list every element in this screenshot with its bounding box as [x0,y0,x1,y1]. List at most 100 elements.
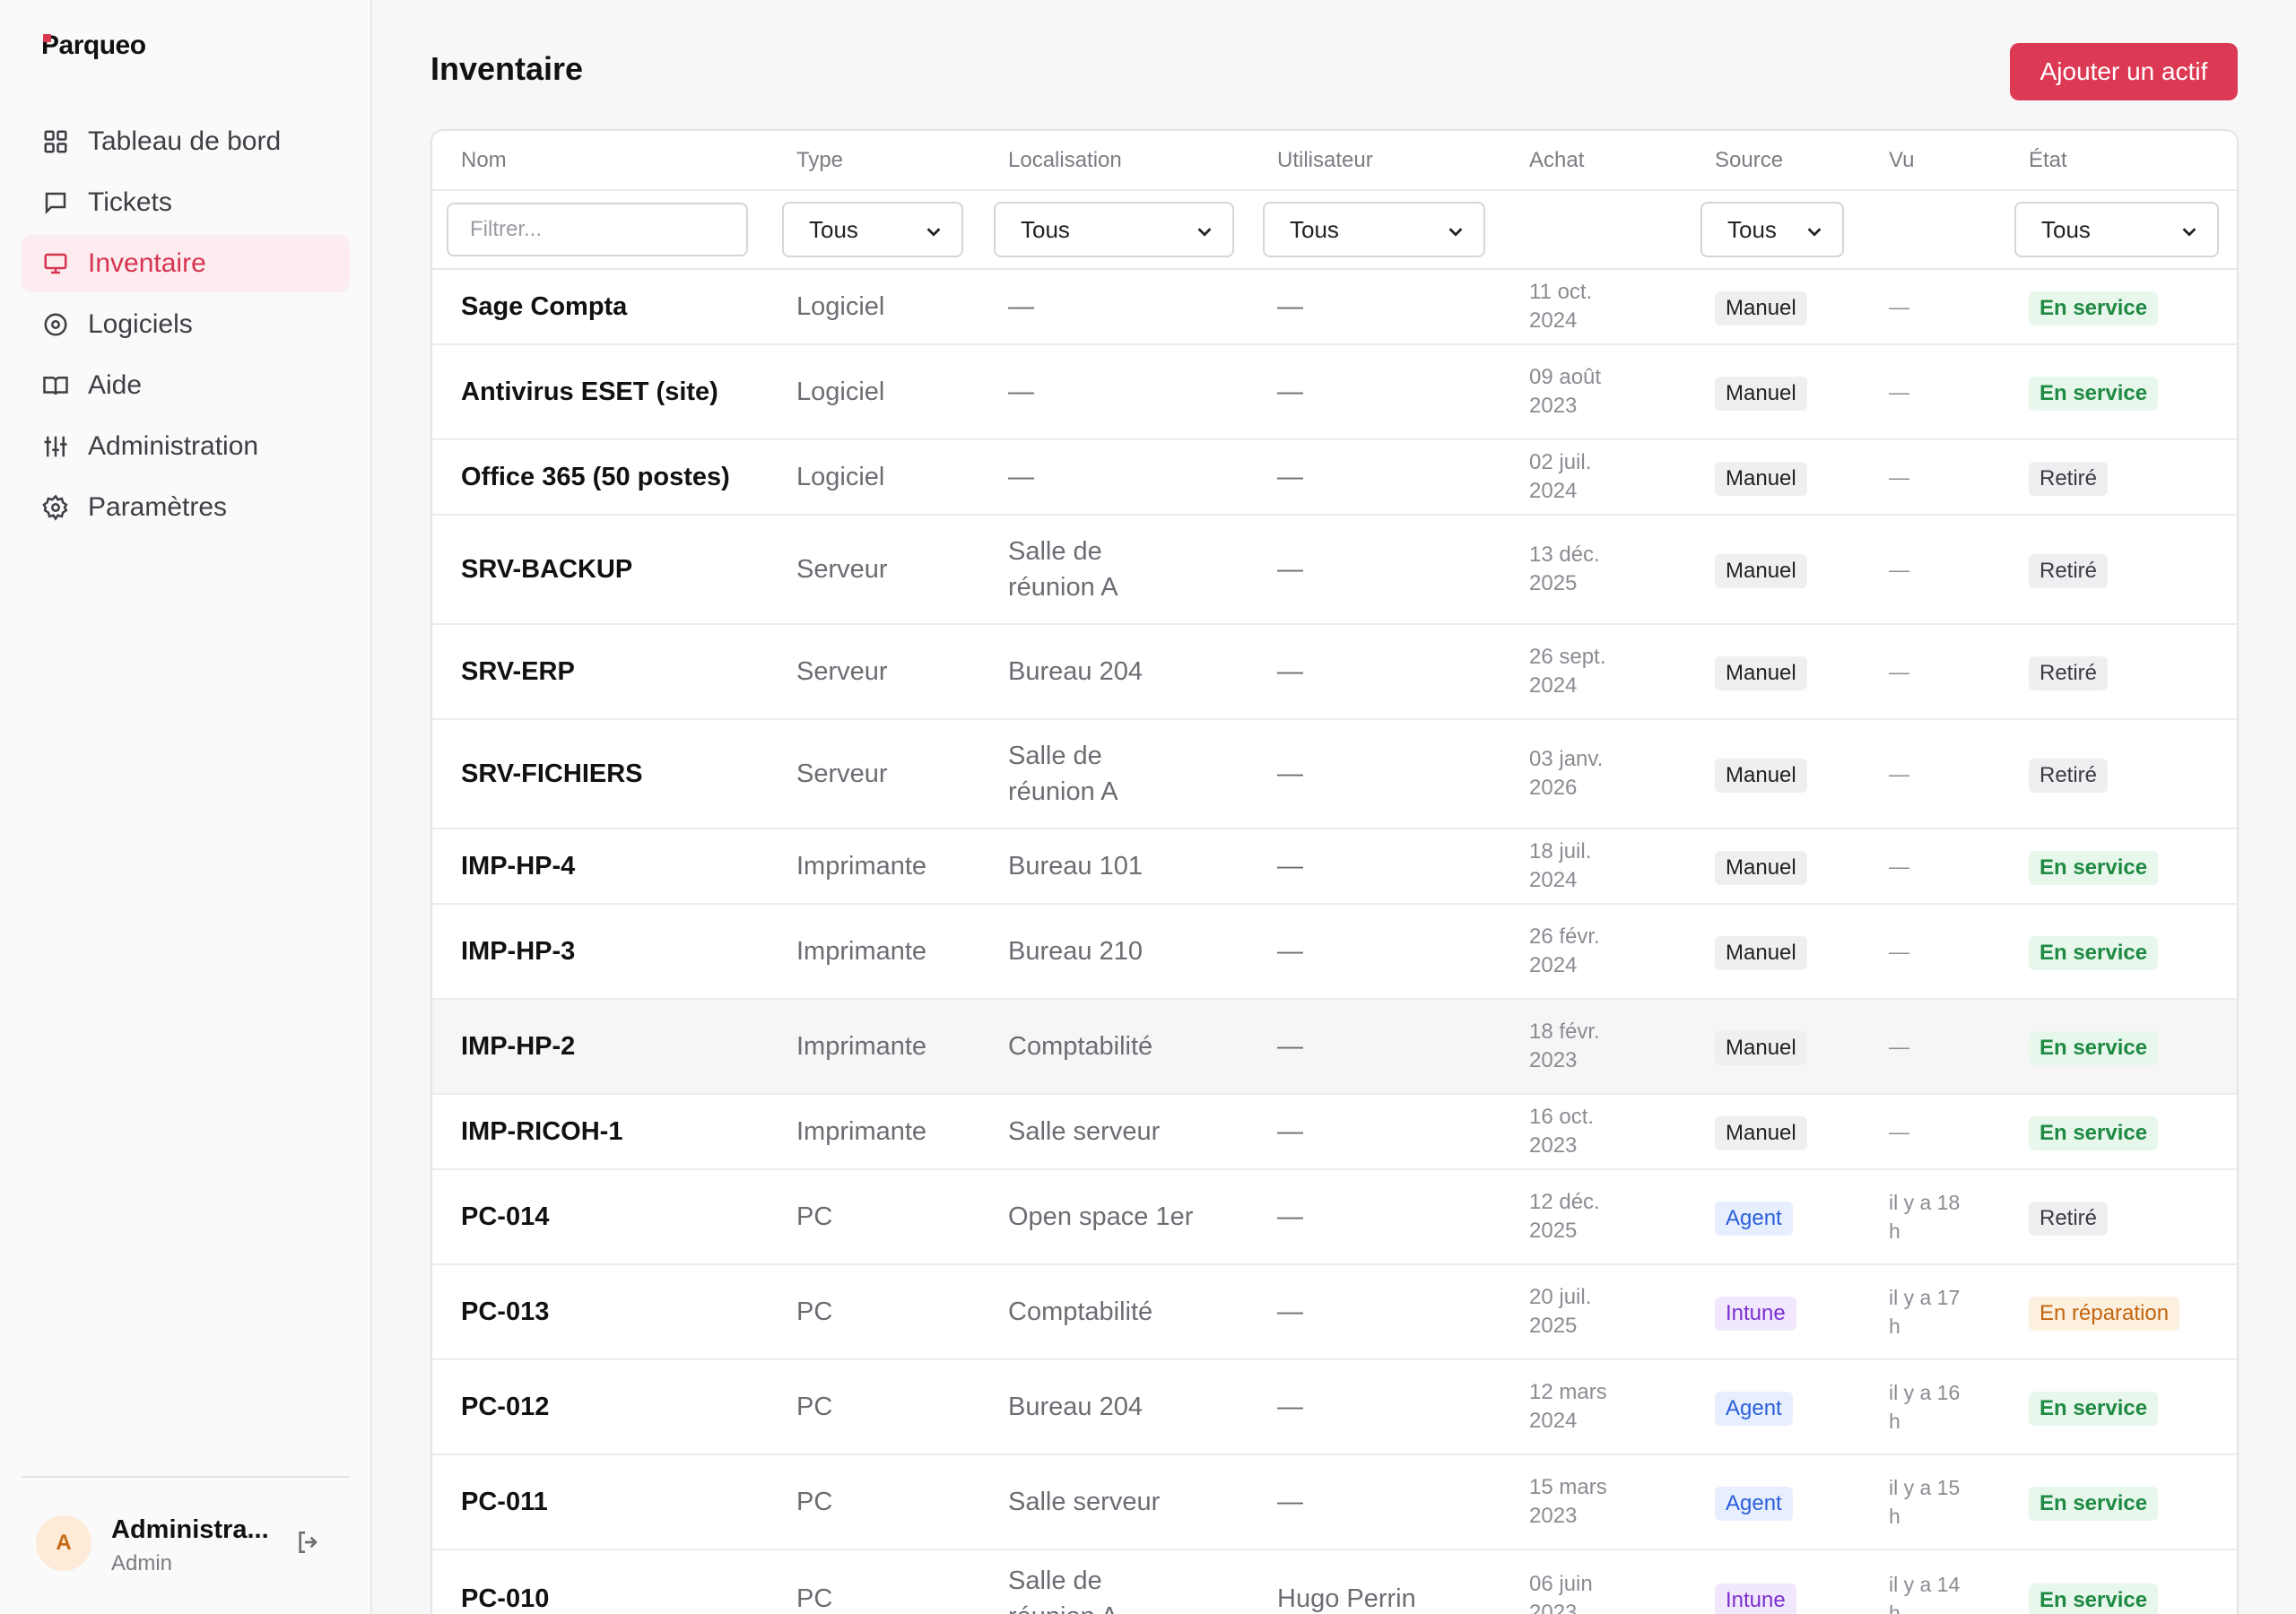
table-row[interactable]: IMP-HP-4 Imprimante Bureau 101—18 juil. 20… [432,829,2237,905]
table-row[interactable]: Antivirus ESET (site) Logiciel — —09 août 2… [432,344,2237,440]
status-badge: En service [2029,1391,2159,1426]
user-name: Administra... [111,1515,269,1544]
user-role: Admin [111,1551,173,1575]
status-badge: En réparation [2029,1296,2180,1331]
localisation-filter-select[interactable]: Tous [994,202,1234,257]
cell-localisation: Comptabilité [979,1264,1248,1360]
chat-bubble-icon [41,188,70,217]
cell-vu: il y a 18 h [1860,1169,2000,1265]
cell-type: Serveur [768,719,979,829]
cell-etat: En service [2000,1359,2237,1455]
cell-utilisateur: — [1248,1359,1500,1455]
table-row[interactable]: SRV-FICHIERS Serveur Salle de réunion A —03… [432,719,2237,829]
sidebar-item-tableau-de-bord[interactable]: Tableau de bord [22,113,350,170]
column-header-achat[interactable]: Achat [1500,131,1686,191]
source-filter-select[interactable]: Tous [1700,202,1844,257]
status-badge: Retiré [2029,461,2109,496]
sidebar-item-inventaire[interactable]: Inventaire [22,235,350,292]
cell-vu: il y a 15 h [1860,1454,2000,1550]
column-header-type[interactable]: Type [768,131,979,191]
logout-icon[interactable] [294,1528,325,1558]
cell-source: Manuel [1686,719,1860,829]
table-row[interactable]: PC-014 PC Open space 1er —12 déc. 2025 Agent… [432,1169,2237,1265]
table-row[interactable]: PC-013 PC Comptabilité —20 juil. 2025 Intune… [432,1264,2237,1360]
chevron-down-icon [1805,220,1824,239]
cell-type: Imprimante [768,904,979,1000]
cell-etat: En service [2000,1454,2237,1550]
cell-type: Serveur [768,515,979,625]
cell-type: Logiciel [768,439,979,516]
cell-vu: il y a 17 h [1860,1264,2000,1360]
cell-vu: il y a 14 h [1860,1549,2000,1614]
table-row[interactable]: PC-011 PC Salle serveur —15 mars 2023 Agent i… [432,1454,2237,1550]
table-row[interactable]: PC-010PCSalle de réunion AHugo Perrin06 … [432,1549,2237,1614]
table-row[interactable]: SRV-BACKUP Serveur Salle de réunion A —13 d… [432,515,2237,625]
table-row[interactable]: Office 365 (50 postes) Logiciel — —02 juil.… [432,439,2237,516]
page-title: Inventaire [430,50,584,87]
cell-nom: SRV-BACKUP [432,515,768,625]
cell-achat: 26 févr. 2024 [1500,904,1686,1000]
sidebar-item-administration[interactable]: Administration [22,418,350,475]
cell-nom: SRV-FICHIERS [432,719,768,829]
cell-source: Intune [1686,1264,1860,1360]
status-badge: En service [2029,376,2159,411]
sidebar-item-label: Tableau de bord [88,126,282,156]
cell-etat: En service [2000,829,2237,905]
cell-utilisateur: — [1248,1264,1500,1360]
cell-nom: PC-012 [432,1359,768,1455]
column-header-vu[interactable]: Vu [1860,131,2000,191]
column-header-source[interactable]: Source [1686,131,1860,191]
chevron-down-icon [2179,220,2199,239]
column-header-localisation[interactable]: Localisation [979,131,1248,191]
vu-filter-empty [1860,190,2000,270]
table-row[interactable]: IMP-RICOH-1 Imprimante Salle serveur —16 oc… [432,1094,2237,1170]
cell-nom: SRV-ERP [432,624,768,720]
cell-vu: — [1860,719,2000,829]
sidebar-item-parametres[interactable]: Paramètres [22,479,350,536]
cell-etat: Retiré [2000,515,2237,625]
sidebar-item-logiciels[interactable]: Logiciels [22,296,350,353]
column-header-utilisateur[interactable]: Utilisateur [1248,131,1500,191]
table-row[interactable]: SRV-ERP Serveur Bureau 204—26 sept. 2024 Ma… [432,624,2237,720]
cell-achat: 06 juin 2023 [1500,1549,1686,1614]
name-filter-input[interactable] [447,203,748,256]
cell-source: Manuel [1686,829,1860,905]
sidebar-item-label: Aide [88,370,143,400]
add-asset-button[interactable]: Ajouter un actif [2010,43,2238,100]
cell-type: Imprimante [768,1094,979,1170]
cell-vu: il y a 16 h [1860,1359,2000,1455]
cell-etat: En réparation [2000,1264,2237,1360]
cell-utilisateur: — [1248,1169,1500,1265]
status-badge: En service [2029,1030,2159,1065]
cell-localisation: — [979,344,1248,440]
column-header-etat[interactable]: État [2000,131,2237,191]
table-row[interactable]: Sage Compta Logiciel — —11 oct. 2024 Manuel —… [432,269,2237,345]
utilisateur-filter-select[interactable]: Tous [1263,202,1485,257]
monitor-icon [41,249,70,278]
table-row[interactable]: IMP-HP-3 Imprimante Bureau 210—26 févr. 20… [432,904,2237,1000]
avatar[interactable]: A [36,1515,91,1571]
cell-achat: 16 oct. 2023 [1500,1094,1686,1170]
cell-source: Intune [1686,1549,1860,1614]
disc-icon [41,310,70,339]
cell-etat: Retiré [2000,719,2237,829]
cell-utilisateur: — [1248,1454,1500,1550]
cell-achat: 18 févr. 2023 [1500,999,1686,1095]
cell-localisation: Bureau 204 [979,1359,1248,1455]
cell-type: PC [768,1359,979,1455]
cell-vu: — [1860,904,2000,1000]
cell-nom: PC-011 [432,1454,768,1550]
table-row[interactable]: PC-012 PC Bureau 204—12 mars 2024 Agent il y… [432,1359,2237,1455]
table-row[interactable]: IMP-HP-2 Imprimante Comptabilité —18 févr. … [432,999,2237,1095]
column-header-nom[interactable]: Nom [432,131,768,191]
sidebar-item-label: Logiciels [88,309,193,339]
cell-achat: 09 août 2023 [1500,344,1686,440]
type-filter-select[interactable]: Tous [782,202,963,257]
sidebar-item-tickets[interactable]: Tickets [22,174,350,231]
sidebar-item-aide[interactable]: Aide [22,357,350,414]
cell-achat: 26 sept. 2024 [1500,624,1686,720]
cell-type: Imprimante [768,999,979,1095]
etat-filter-select[interactable]: Tous [2014,202,2219,257]
cell-achat: 02 juil. 2024 [1500,439,1686,516]
app-logo[interactable]: Parqueo [41,30,146,61]
